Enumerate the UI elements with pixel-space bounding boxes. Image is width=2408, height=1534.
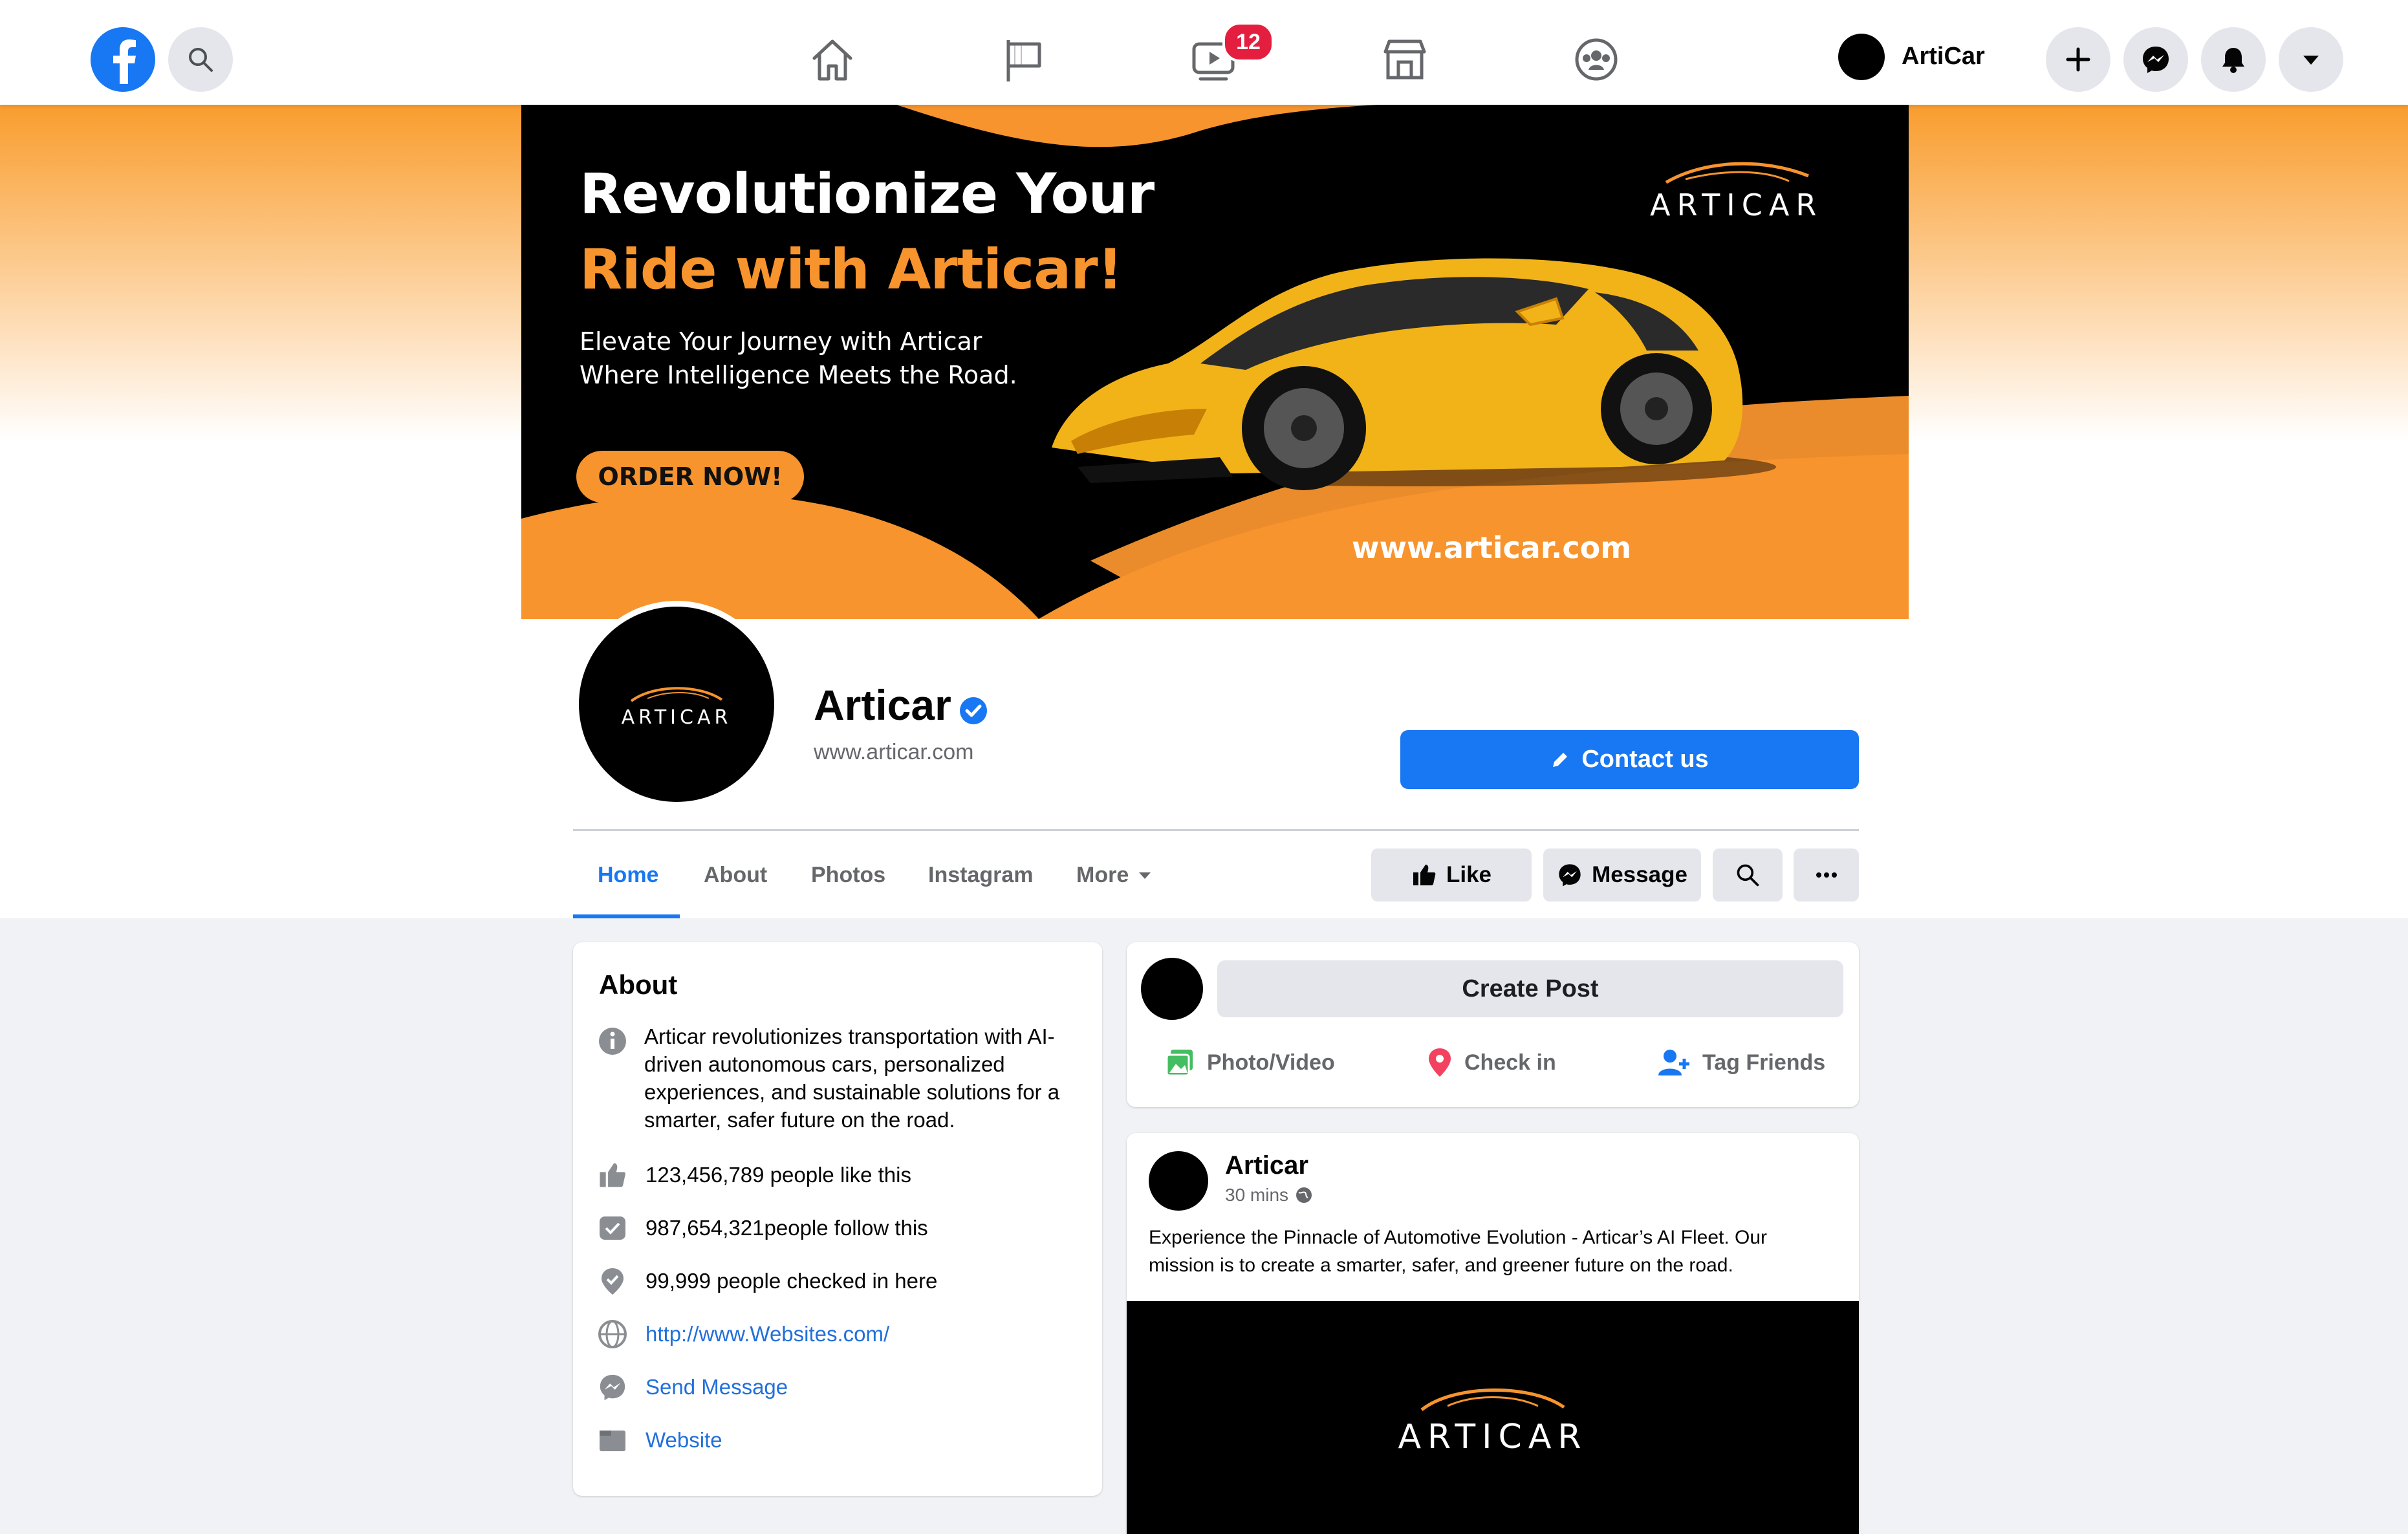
facebook-logo-icon[interactable] bbox=[91, 27, 155, 92]
more-options-button[interactable] bbox=[1794, 848, 1859, 902]
home-icon[interactable] bbox=[805, 32, 860, 87]
tab-more[interactable]: More bbox=[1076, 863, 1153, 888]
contact-us-button[interactable]: Contact us bbox=[1400, 730, 1859, 789]
globe-icon bbox=[598, 1320, 627, 1348]
tag-friends-button[interactable]: Tag Friends bbox=[1657, 1044, 1825, 1081]
groups-icon[interactable] bbox=[1569, 32, 1623, 87]
thumbs-up-icon bbox=[600, 1163, 626, 1187]
profile-name[interactable]: ArtiCar bbox=[1902, 43, 1985, 70]
tab-more-label: More bbox=[1076, 863, 1129, 887]
checkins-count: 99,999 people checked in here bbox=[645, 1269, 938, 1293]
caret-down-icon[interactable] bbox=[2279, 27, 2343, 92]
message-label: Message bbox=[1592, 862, 1687, 887]
likes-row: 123,456,789 people like this bbox=[596, 1159, 911, 1191]
cover-photo[interactable]: Revolutionize Your Ride with Articar! El… bbox=[521, 105, 1909, 619]
search-icon[interactable] bbox=[168, 27, 233, 92]
post-card: Articar 30 mins Experience the Pinnacle … bbox=[1127, 1133, 1859, 1534]
website-folder-icon bbox=[600, 1431, 625, 1451]
send-message-row: Send Message bbox=[596, 1371, 788, 1403]
follow-icon bbox=[600, 1216, 625, 1240]
ellipsis-icon bbox=[1816, 872, 1837, 878]
plus-icon[interactable] bbox=[2046, 27, 2110, 92]
check-in-label: Check in bbox=[1464, 1050, 1556, 1075]
notification-badge: 12 bbox=[1222, 22, 1274, 62]
about-info-row bbox=[596, 1025, 629, 1057]
cover-subline-2: Where Intelligence Meets the Road. bbox=[580, 361, 1017, 389]
website-row: Website bbox=[596, 1424, 722, 1456]
tag-friends-label: Tag Friends bbox=[1702, 1050, 1826, 1075]
tab-photos[interactable]: Photos bbox=[811, 863, 885, 888]
follows-row: 987,654,321people follow this bbox=[596, 1212, 928, 1244]
avatar[interactable] bbox=[1149, 1151, 1208, 1211]
website-link[interactable]: http://www.Websites.com/ bbox=[645, 1322, 889, 1346]
checkins-row: 99,999 people checked in here bbox=[596, 1265, 937, 1297]
active-tab-indicator bbox=[573, 914, 680, 918]
cover-brand-logo: ARTICAR bbox=[1650, 188, 1823, 222]
info-icon bbox=[599, 1028, 626, 1055]
messenger-icon bbox=[1559, 864, 1581, 887]
photo-video-button[interactable]: Photo/Video bbox=[1164, 1044, 1335, 1081]
contact-us-label: Contact us bbox=[1581, 746, 1709, 773]
create-post-button[interactable]: Create Post bbox=[1217, 960, 1843, 1017]
order-now-button: ORDER NOW! bbox=[576, 451, 804, 502]
car-swoosh-icon bbox=[1420, 1388, 1565, 1411]
tab-instagram[interactable]: Instagram bbox=[928, 863, 1034, 888]
cover-headline-line-2: Ride with Articar! bbox=[580, 237, 1123, 302]
pencil-icon bbox=[1553, 752, 1568, 767]
message-button[interactable]: Message bbox=[1543, 848, 1701, 902]
about-heading: About bbox=[599, 969, 678, 1000]
page-search-button[interactable] bbox=[1713, 848, 1783, 902]
tab-home[interactable]: Home bbox=[598, 863, 658, 888]
tab-about[interactable]: About bbox=[704, 863, 767, 888]
globe-icon bbox=[1296, 1187, 1312, 1203]
post-image-logo-text: ARTICAR bbox=[1398, 1418, 1588, 1456]
profile-logo-text: ARTICAR bbox=[621, 706, 732, 729]
tag-friends-icon bbox=[1658, 1050, 1689, 1075]
profile-picture[interactable]: ARTICAR bbox=[573, 601, 780, 808]
about-card: About Articar revolutionizes transportat… bbox=[573, 942, 1102, 1496]
divider bbox=[573, 829, 1859, 831]
website-label-link[interactable]: Website bbox=[645, 1428, 722, 1453]
about-description: Articar revolutionizes transportation wi… bbox=[644, 1024, 1060, 1132]
check-in-button[interactable]: Check in bbox=[1427, 1044, 1556, 1081]
flag-icon[interactable] bbox=[997, 32, 1051, 87]
messenger-icon bbox=[600, 1374, 625, 1401]
post-timestamp[interactable]: 30 mins bbox=[1225, 1185, 1313, 1205]
post-author[interactable]: Articar bbox=[1225, 1151, 1308, 1180]
create-post-card: Create Post Photo/Video Check in Tag Fri… bbox=[1127, 942, 1859, 1107]
messenger-icon[interactable] bbox=[2123, 27, 2188, 92]
cover-subline-1: Elevate Your Journey with Articar bbox=[580, 327, 982, 356]
send-message-link[interactable]: Send Message bbox=[645, 1375, 788, 1399]
avatar bbox=[1141, 958, 1203, 1020]
cover-headline-line-1: Revolutionize Your bbox=[580, 162, 1155, 226]
search-icon bbox=[1737, 864, 1759, 887]
car-swoosh-icon bbox=[630, 686, 723, 702]
photo-icon bbox=[1166, 1050, 1193, 1077]
location-pin-icon bbox=[1429, 1048, 1451, 1077]
page-title: Articar bbox=[814, 681, 951, 729]
verified-badge-icon bbox=[960, 697, 987, 724]
post-image[interactable]: ARTICAR bbox=[1127, 1301, 1859, 1534]
post-text: Experience the Pinnacle of Automotive Ev… bbox=[1149, 1227, 1768, 1276]
like-label: Like bbox=[1446, 862, 1492, 887]
thumbs-up-icon bbox=[1413, 865, 1436, 885]
cover-url: www.articar.com bbox=[1352, 530, 1632, 565]
top-navigation-bar: 12 ArtiCar bbox=[0, 0, 2408, 105]
profile-logo: ARTICAR bbox=[579, 607, 774, 802]
page-website[interactable]: www.articar.com bbox=[814, 740, 974, 765]
bell-icon[interactable] bbox=[2201, 27, 2266, 92]
follows-count: 987,654,321people follow this bbox=[645, 1216, 928, 1240]
check-in-pin-icon bbox=[602, 1268, 624, 1295]
caret-down-icon bbox=[1139, 872, 1151, 879]
like-button[interactable]: Like bbox=[1371, 848, 1532, 902]
avatar[interactable] bbox=[1838, 34, 1885, 80]
website-link-row: http://www.Websites.com/ bbox=[596, 1318, 889, 1350]
marketplace-icon[interactable] bbox=[1378, 32, 1432, 87]
likes-count: 123,456,789 people like this bbox=[645, 1163, 911, 1187]
post-time-label: 30 mins bbox=[1225, 1185, 1289, 1205]
photo-video-label: Photo/Video bbox=[1207, 1050, 1335, 1075]
